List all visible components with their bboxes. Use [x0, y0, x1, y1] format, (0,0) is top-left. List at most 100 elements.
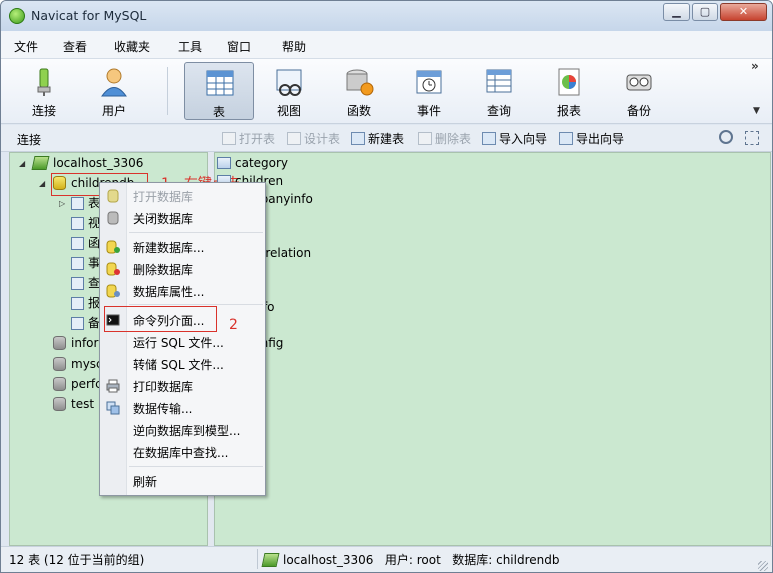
toolbar-event-button[interactable]: 事件 [394, 62, 464, 120]
tree-views-node[interactable]: 视 [71, 214, 100, 232]
toolbar-table-button[interactable]: 表 [184, 62, 254, 120]
tree-reports-node[interactable]: 报 [71, 294, 100, 312]
open-table-button[interactable]: 打开表 [222, 130, 275, 148]
layout-grid-icon[interactable] [745, 131, 759, 145]
tree-server-node[interactable]: localhost_3306 [31, 154, 143, 172]
toolbar-separator [167, 67, 168, 115]
new-db-icon [106, 240, 120, 254]
toolbar-event-label: 事件 [416, 104, 441, 118]
tree-db-performance-schema[interactable]: perfc [53, 375, 102, 393]
expand-server-icon[interactable]: ◢ [19, 159, 25, 168]
close-db-icon [107, 211, 119, 225]
tree-tables-node[interactable]: 表 [71, 194, 100, 212]
menu-run-sql-file[interactable]: 运行 SQL 文件... [100, 331, 265, 353]
printer-icon [106, 379, 120, 393]
new-table-button[interactable]: 新建表 [351, 130, 404, 148]
menu-separator [129, 466, 263, 467]
toolbar-view-label: 视图 [276, 104, 301, 118]
menu-separator [129, 232, 263, 233]
menu-bar: 文件 查看 收藏夹 工具 窗口 帮助 [1, 31, 772, 59]
resize-grip[interactable] [758, 561, 768, 571]
import-wizard-button[interactable]: 导入向导 [482, 130, 547, 148]
report-icon [558, 68, 580, 96]
export-wizard-button[interactable]: 导出向导 [559, 130, 624, 148]
design-table-icon [287, 132, 301, 145]
import-icon [482, 132, 496, 145]
tree-db-information-schema[interactable]: infor [53, 334, 98, 352]
menu-close-database[interactable]: 关闭数据库 [100, 207, 265, 229]
menu-data-transfer[interactable]: 数据传输... [100, 397, 265, 419]
open-db-icon [107, 189, 119, 203]
tables-folder-icon [71, 197, 84, 210]
transfer-icon [106, 401, 120, 415]
table-item[interactable]: category [217, 154, 288, 172]
window-title: Navicat for MySQL [31, 8, 147, 23]
search-icon[interactable] [719, 130, 733, 144]
status-table-count: 12 表 (12 位于当前的组) [9, 553, 145, 567]
toolbar-function-button[interactable]: 函数 [324, 62, 394, 120]
toolbar-user-button[interactable]: 用户 [79, 62, 149, 120]
toolbar-query-button[interactable]: 查询 [464, 62, 534, 120]
delete-table-button[interactable]: 删除表 [418, 130, 471, 148]
views-folder-icon [71, 217, 84, 230]
expand-db-icon[interactable]: ◢ [39, 179, 45, 188]
context-menu: 打开数据库 关闭数据库 新建数据库... 删除数据库 数据库属性... 命令列介… [99, 182, 266, 496]
reports-folder-icon [71, 297, 84, 310]
expand-tables-icon[interactable]: ▷ [59, 199, 65, 208]
user-icon [101, 68, 127, 97]
menu-new-database[interactable]: 新建数据库... [100, 236, 265, 258]
object-toolbar: 连接 打开表 设计表 新建表 删除表 导入向导 导出向导 [1, 125, 772, 152]
tree-queries-node[interactable]: 查 [71, 274, 100, 292]
export-icon [559, 132, 573, 145]
toolbar-backup-button[interactable]: 备份 [604, 62, 674, 120]
table-icon [217, 157, 231, 169]
open-table-icon [222, 132, 236, 145]
design-table-button[interactable]: 设计表 [287, 130, 340, 148]
menu-reverse-to-model[interactable]: 逆向数据库到模型... [100, 419, 265, 441]
menu-delete-database[interactable]: 删除数据库 [100, 258, 265, 280]
close-button[interactable]: ✕ [720, 3, 767, 21]
toolbar-connection-button[interactable]: 连接 [9, 62, 79, 120]
toolbar-dropdown-icon[interactable]: ▼ [753, 106, 760, 116]
tree-events-node[interactable]: 事 [71, 254, 100, 272]
tree-db-test[interactable]: test [53, 395, 94, 413]
menu-database-properties[interactable]: 数据库属性... [100, 280, 265, 302]
toolbar-overflow-icon[interactable]: » [751, 59, 759, 73]
status-bar: 12 表 (12 位于当前的组) localhost_3306 用户: root… [1, 546, 772, 572]
menu-refresh[interactable]: 刷新 [100, 470, 265, 492]
toolbar-user-label: 用户 [101, 104, 126, 118]
object-list-pane[interactable] [214, 152, 771, 546]
tree-db-mysql[interactable]: mysc [53, 355, 103, 373]
menu-find-in-database[interactable]: 在数据库中查找... [100, 441, 265, 463]
database-icon [53, 336, 66, 350]
menu-view[interactable]: 查看 [63, 38, 87, 55]
menu-help[interactable]: 帮助 [282, 38, 306, 55]
menu-tools[interactable]: 工具 [178, 38, 202, 55]
toolbar-report-button[interactable]: 报表 [534, 62, 604, 120]
toolbar-report-label: 报表 [556, 104, 581, 118]
toolbar-view-button[interactable]: 视图 [254, 62, 324, 120]
toolbar-connection-label: 连接 [31, 104, 56, 118]
delete-db-icon [106, 262, 120, 276]
tree-functions-node[interactable]: 函 [71, 234, 100, 252]
tree-backups-node[interactable]: 备 [71, 314, 100, 332]
menu-window[interactable]: 窗口 [227, 38, 251, 55]
menu-open-database[interactable]: 打开数据库 [100, 185, 265, 207]
maximize-button[interactable]: ▢ [692, 3, 718, 21]
menu-dump-sql-file[interactable]: 转储 SQL 文件... [100, 353, 265, 375]
title-bar[interactable]: Navicat for MySQL ▁ ▢ ✕ [1, 1, 772, 31]
new-table-icon [351, 132, 365, 145]
functions-folder-icon [71, 237, 84, 250]
minimize-button[interactable]: ▁ [663, 3, 690, 21]
view-icon [276, 69, 302, 96]
toolbar-query-label: 查询 [486, 104, 511, 118]
server-icon [31, 156, 50, 170]
status-connection: localhost_3306 用户: root 数据库: childrendb [261, 551, 559, 568]
menu-favorites[interactable]: 收藏夹 [114, 38, 150, 55]
database-icon [53, 377, 66, 391]
menu-print-database[interactable]: 打印数据库 [100, 375, 265, 397]
connection-header: 连接 [17, 133, 42, 147]
database-icon [53, 357, 66, 371]
menu-file[interactable]: 文件 [14, 38, 38, 55]
annotation-step2: 2 [229, 317, 238, 333]
